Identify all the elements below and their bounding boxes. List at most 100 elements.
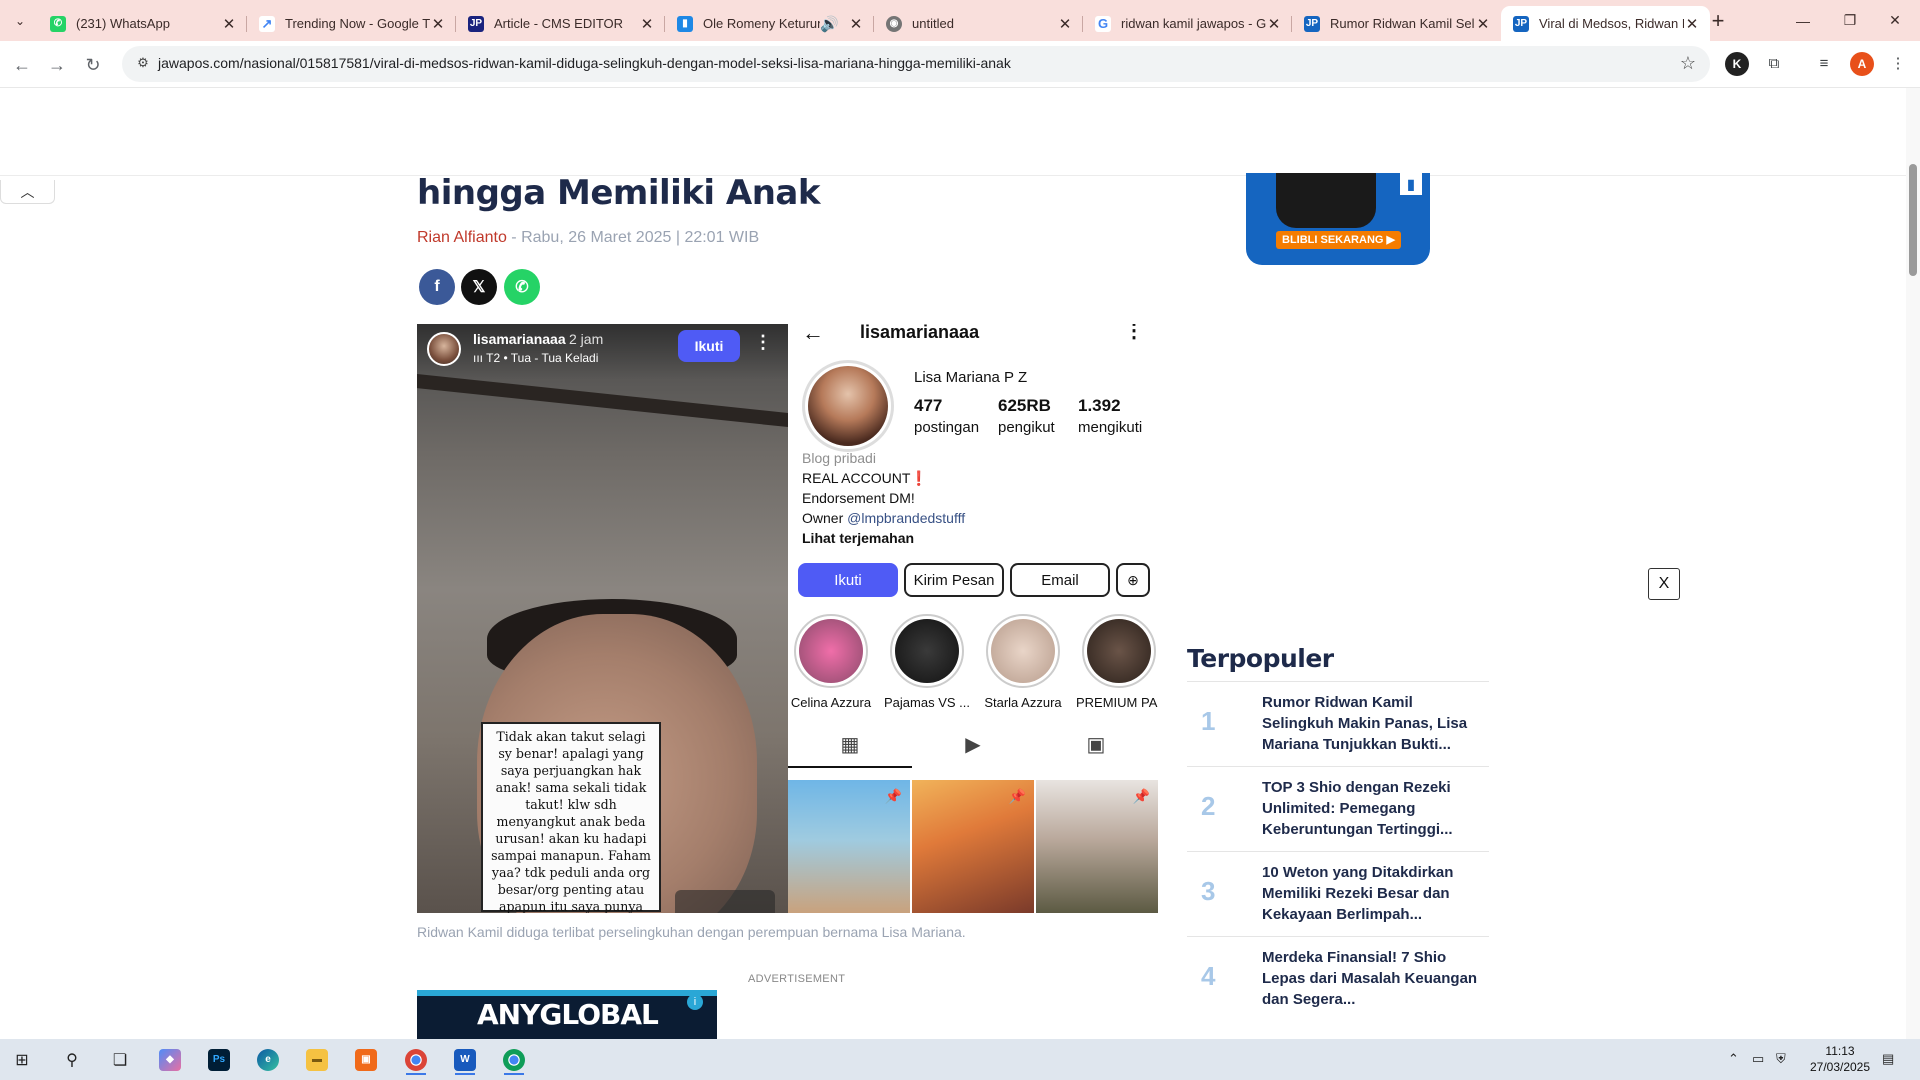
pin-icon: 📌 bbox=[1132, 788, 1150, 804]
author-link[interactable]: Rian Alfianto bbox=[417, 229, 507, 246]
story-more-icon: ⋮ bbox=[754, 332, 772, 352]
popular-item[interactable]: 4 Merdeka Finansial! 7 Shio Lepas dari M… bbox=[1187, 937, 1489, 1022]
close-tab-icon[interactable]: ✕ bbox=[1475, 15, 1491, 33]
windows-start-icon[interactable]: ⊞ bbox=[2, 1043, 42, 1076]
stat-posts: 477 postingan bbox=[914, 396, 980, 436]
chrome-icon[interactable] bbox=[396, 1043, 436, 1076]
forward-icon[interactable]: → bbox=[43, 51, 71, 79]
advertisement-label: ADVERTISEMENT bbox=[748, 973, 846, 985]
share-facebook-icon[interactable]: f bbox=[419, 269, 455, 305]
sidebar-ad[interactable]: ▮ BLIBLI SEKARANG ▶ bbox=[1246, 173, 1430, 265]
popular-rank: 3 bbox=[1201, 876, 1216, 906]
popular-link[interactable]: 10 Weton yang Ditakdirkan Memiliki Rezek… bbox=[1262, 862, 1482, 925]
popular-link[interactable]: Rumor Ridwan Kamil Selingkuh Makin Panas… bbox=[1262, 692, 1482, 755]
share-x-icon[interactable]: 𝕏 bbox=[461, 269, 497, 305]
media-controls-icon[interactable]: ≡ bbox=[1812, 52, 1836, 76]
close-tab-icon[interactable]: ✕ bbox=[1057, 15, 1073, 33]
popular-section: Terpopuler 1 Rumor Ridwan Kamil Selingku… bbox=[1187, 644, 1489, 1022]
tab-title: Trending Now - Google Tr bbox=[285, 16, 430, 31]
tab-untitled[interactable]: ◉ untitled ✕ bbox=[874, 6, 1083, 41]
task-view-icon[interactable]: ❏ bbox=[100, 1043, 140, 1076]
close-tab-icon[interactable]: ✕ bbox=[639, 15, 655, 33]
file-explorer-icon[interactable]: ▬ bbox=[297, 1043, 337, 1076]
story-avatar bbox=[427, 332, 461, 366]
word-icon[interactable]: W bbox=[445, 1043, 485, 1076]
network-icon[interactable]: ▭ bbox=[1752, 1051, 1764, 1067]
profile-content-tabs: ▦ ▶ ▣ bbox=[788, 724, 1158, 768]
jawapos-icon: JP bbox=[1513, 15, 1529, 32]
search-icon[interactable]: ⚲ bbox=[52, 1043, 92, 1076]
story-username: lisamarianaaa bbox=[473, 331, 566, 347]
globe-icon: ◉ bbox=[886, 15, 902, 32]
profile-avatar[interactable]: A bbox=[1850, 52, 1874, 76]
tray-chevron-up-icon[interactable]: ⌃ bbox=[1728, 1051, 1739, 1067]
close-tab-icon[interactable]: ✕ bbox=[848, 15, 864, 33]
site-info-icon[interactable]: ⚙ bbox=[134, 55, 152, 73]
edge-icon[interactable]: e bbox=[248, 1043, 288, 1076]
popular-title: Terpopuler bbox=[1187, 644, 1489, 682]
story-music: ııı T2 • Tua - Tua Keladi bbox=[473, 351, 599, 365]
close-tab-icon[interactable]: ✕ bbox=[1266, 15, 1282, 33]
app-orange-icon[interactable]: ▣ bbox=[346, 1043, 386, 1076]
system-clock[interactable]: 11:13 27/03/2025 bbox=[1808, 1043, 1872, 1075]
pin-icon: 📌 bbox=[1008, 788, 1026, 804]
popular-link[interactable]: TOP 3 Shio dengan Rezeki Unlimited: Peme… bbox=[1262, 777, 1482, 840]
inline-ad[interactable]: ANYGLOBAL i bbox=[417, 990, 717, 1039]
tab-google-search[interactable]: G ridwan kamil jawapos - G ✕ bbox=[1083, 6, 1292, 41]
more-icon: ⋮ bbox=[1124, 324, 1144, 342]
address-bar[interactable]: ⚙ jawapos.com/nasional/015817581/viral-d… bbox=[122, 46, 1710, 82]
notifications-icon[interactable]: ▤ bbox=[1882, 1051, 1894, 1067]
profile-name: Lisa Mariana P Z bbox=[914, 369, 1028, 386]
windows-taskbar: ⊞ ⚲ ❏ ◆ Ps e ▬ ▣ W ⌃ ▭ ⛨ 11:13 27/03/202… bbox=[0, 1039, 1920, 1080]
highlight-item: Celina Azzura bbox=[788, 614, 874, 710]
close-tab-icon[interactable]: ✕ bbox=[430, 15, 446, 33]
security-shield-icon[interactable]: ⛨ bbox=[1776, 1051, 1786, 1067]
extension-k-icon[interactable]: K bbox=[1725, 52, 1749, 76]
ad-info-icon[interactable]: i bbox=[687, 994, 703, 1010]
grid-icon: ▦ bbox=[840, 734, 860, 756]
url-text: jawapos.com/nasional/015817581/viral-di-… bbox=[158, 55, 1011, 71]
post-thumbnail: 📌 bbox=[1036, 780, 1158, 913]
extensions-puzzle-icon[interactable]: ⧉ bbox=[1762, 52, 1786, 76]
popular-item[interactable]: 2 TOP 3 Shio dengan Rezeki Unlimited: Pe… bbox=[1187, 767, 1489, 852]
collapse-banner-chevron-up-icon[interactable]: ︿ bbox=[0, 180, 55, 204]
new-tab-button[interactable]: + bbox=[1704, 8, 1732, 36]
popular-rank: 1 bbox=[1201, 706, 1216, 736]
tab-viral-di-medsos[interactable]: JP Viral di Medsos, Ridwan K ✕ bbox=[1501, 6, 1710, 41]
highlight-item: Starla Azzura bbox=[980, 614, 1066, 710]
photoshop-icon[interactable]: Ps bbox=[199, 1043, 239, 1076]
google-icon: G bbox=[1095, 15, 1111, 32]
page-scrollbar[interactable] bbox=[1906, 88, 1920, 1039]
tab-whatsapp[interactable]: ✆ (231) WhatsApp ✕ bbox=[38, 6, 247, 41]
scrollbar-thumb[interactable] bbox=[1909, 164, 1917, 276]
restore-icon[interactable]: ❐ bbox=[1827, 0, 1873, 41]
chrome-profile-icon[interactable] bbox=[494, 1043, 534, 1076]
popular-item[interactable]: 3 10 Weton yang Ditakdirkan Memiliki Rez… bbox=[1187, 852, 1489, 937]
tab-title: Viral di Medsos, Ridwan K bbox=[1539, 16, 1684, 31]
close-ad-button[interactable]: X bbox=[1648, 568, 1680, 600]
pin-icon: 📌 bbox=[884, 788, 902, 804]
tab-google-trends[interactable]: ↗ Trending Now - Google Tr ✕ bbox=[247, 6, 456, 41]
tab-search-button[interactable]: ⌄ bbox=[8, 9, 32, 33]
copilot-icon[interactable]: ◆ bbox=[150, 1043, 190, 1076]
back-icon[interactable]: ← bbox=[8, 51, 36, 79]
add-person-icon: ⊕ bbox=[1116, 563, 1150, 597]
reload-icon[interactable]: ↻ bbox=[79, 51, 107, 79]
tab-rumor-ridwan[interactable]: JP Rumor Ridwan Kamil Seli ✕ bbox=[1292, 6, 1501, 41]
close-window-icon[interactable]: ✕ bbox=[1872, 0, 1918, 41]
close-tab-icon[interactable]: ✕ bbox=[221, 15, 237, 33]
popular-rank: 4 bbox=[1201, 961, 1216, 991]
highlight-item: PREMIUM PA... bbox=[1076, 614, 1158, 710]
bookmark-star-icon[interactable]: ☆ bbox=[1680, 53, 1696, 74]
audio-playing-icon[interactable]: 🔊 bbox=[820, 15, 839, 33]
ad-cta[interactable]: BLIBLI SEKARANG ▶ bbox=[1276, 231, 1401, 249]
popular-link[interactable]: Merdeka Finansial! 7 Shio Lepas dari Mas… bbox=[1262, 947, 1482, 1010]
share-whatsapp-icon[interactable]: ✆ bbox=[504, 269, 540, 305]
close-tab-icon[interactable]: ✕ bbox=[1684, 15, 1700, 33]
story-follow-button: Ikuti bbox=[678, 330, 740, 362]
popular-item[interactable]: 1 Rumor Ridwan Kamil Selingkuh Makin Pan… bbox=[1187, 682, 1489, 767]
browser-menu-icon[interactable]: ⋮ bbox=[1886, 52, 1910, 76]
tab-cms-editor[interactable]: JP Article - CMS EDITOR ✕ bbox=[456, 6, 665, 41]
minimize-icon[interactable]: — bbox=[1780, 0, 1826, 41]
tab-ole-romeny[interactable]: ▮ Ole Romeny Keturuna 🔊 ✕ bbox=[665, 6, 874, 41]
